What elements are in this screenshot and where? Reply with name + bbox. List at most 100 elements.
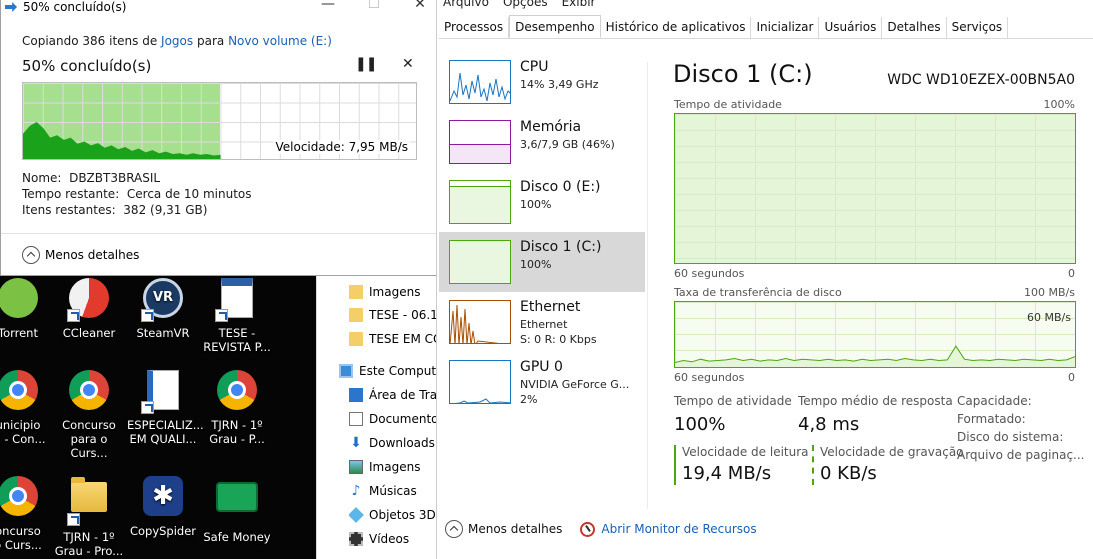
active-time-label: Tempo de atividade (674, 394, 792, 408)
chrome-icon (215, 370, 259, 414)
disk1-mini-graph (449, 240, 511, 284)
task-manager-footer: Menos detalhes Abrir Monitor de Recursos (445, 520, 757, 538)
resource-monitor-icon (580, 521, 596, 537)
desktop-icon-label: TJRN - 1º Grau - P... (209, 418, 265, 446)
desktop-icon-oncurso[interactable]: oncurso o Curs... (0, 474, 54, 552)
transfer-chart-max: 100 MB/s (1024, 286, 1075, 299)
copy-summary: Copiando 386 itens de Jogos para Novo vo… (22, 34, 332, 48)
formatted-label: Formatado: (957, 412, 1026, 426)
tab-desempenho[interactable]: Desempenho (509, 15, 601, 38)
chevron-up-icon[interactable] (445, 520, 463, 538)
chrome-icon (0, 370, 40, 414)
dialog-title: 50% concluído(s) (23, 0, 127, 14)
sidebar-item-disco-1[interactable]: Disco 1 (C:) 100% (439, 232, 645, 292)
copy-speed: Velocidade: 7,95 MB/s (273, 140, 410, 154)
desktop-icon-copyspider[interactable]: ✱ CopySpider (127, 474, 199, 538)
file-explorer-nav: Imagens TESE - 06.12.2 TESE EM CON Este … (316, 276, 457, 559)
transfer-chart-min: 0 (1068, 371, 1075, 384)
tab-detalhes[interactable]: Detalhes (882, 17, 947, 38)
write-speed-value: 0 KB/s (820, 463, 877, 484)
desktop-folder-icon (349, 388, 363, 402)
response-time-label: Tempo médio de resposta (798, 394, 953, 408)
file-name-row: Nome: DBZBT3BRASIL (22, 171, 161, 185)
desktop-icon-tjrn-pro[interactable]: TJRN - 1º Grau - Pro... (53, 474, 125, 558)
desktop: Torrent CCleaner VR SteamVR TESE - REVIS… (0, 276, 316, 559)
steamvr-icon: VR (141, 278, 185, 322)
memory-mini-graph (449, 120, 511, 164)
minimize-button[interactable]: — (305, 0, 351, 14)
desktop-icon-concurso[interactable]: Concurso para o Curs... (53, 368, 125, 460)
read-speed-value: 19,4 MB/s (682, 463, 772, 484)
tab-inicializar[interactable]: Inicializar (751, 17, 820, 38)
desktop-icon-label: Concurso para o Curs... (62, 418, 116, 460)
folder-icon (349, 308, 363, 322)
desktop-icon-torrent[interactable]: Torrent (0, 276, 54, 340)
menu-arquivo[interactable]: Arquivo (443, 0, 489, 9)
source-link[interactable]: Jogos (161, 34, 193, 48)
transfer-rate-chart: 60 MB/s (674, 301, 1076, 368)
desktop-icon-safe-money[interactable]: Safe Money (201, 474, 273, 544)
time-remaining-row: Tempo restante: Cerca de 10 minutos (22, 187, 252, 201)
folder-icon (67, 477, 111, 526)
menu-bar: Arquivo Opções Exibir (443, 0, 595, 9)
sidebar-item-disco-0[interactable]: Disco 0 (E:) 100% (439, 172, 645, 232)
destination-link[interactable]: Novo volume (E:) (228, 34, 332, 48)
music-note-icon: ♪ (351, 483, 361, 499)
less-details-button[interactable]: Menos detalhes (22, 246, 139, 264)
active-time-chart-duration: 60 segundos (674, 267, 745, 280)
desktop-icon-tjrn-p[interactable]: TJRN - 1º Grau - P... (201, 368, 273, 446)
desktop-icon-label: CCleaner (62, 326, 116, 340)
active-time-chart-label: Tempo de atividade (674, 98, 782, 111)
desktop-icon-label: CopySpider (129, 524, 197, 538)
desktop-icon-tese-revista[interactable]: TESE - REVISTA P... (201, 276, 273, 354)
capacity-label: Capacidade: (957, 394, 1032, 408)
menu-opcoes[interactable]: Opções (503, 0, 548, 9)
menu-exibir[interactable]: Exibir (562, 0, 596, 9)
document-icon (215, 278, 259, 322)
transfer-chart-duration: 60 segundos (674, 371, 745, 384)
sidebar-item-ethernet[interactable]: Ethernet Ethernet S: 0 R: 0 Kbps (439, 292, 645, 352)
sidebar-item-cpu[interactable]: CPU 14% 3,49 GHz (439, 52, 645, 112)
folder-icon (349, 285, 363, 299)
pause-button[interactable]: ❚❚ (355, 56, 377, 72)
disk0-mini-graph (449, 180, 511, 224)
tab-bar: Processos Desempenho Histórico de aplica… (439, 15, 1093, 39)
system-disk-label: Disco do sistema: (957, 430, 1064, 444)
tab-servicos[interactable]: Serviços (947, 17, 1009, 38)
transfer-chart-mid: 60 MB/s (1027, 311, 1071, 324)
copy-arrow-icon (5, 2, 17, 12)
open-resource-monitor-link[interactable]: Abrir Monitor de Recursos (601, 522, 756, 536)
chrome-icon (67, 370, 111, 414)
transfer-area (675, 346, 1075, 367)
desktop-icon-steamvr[interactable]: VR SteamVR (127, 276, 199, 340)
torrent-icon (0, 278, 40, 322)
performance-sidebar: CPU 14% 3,49 GHz Memória 3,6/7,9 GB (46%… (439, 52, 645, 412)
active-time-chart-min: 0 (1068, 267, 1075, 280)
spider-icon: ✱ (141, 476, 185, 520)
chrome-icon (0, 476, 40, 520)
desktop-icon-especializ[interactable]: ESPECIALIZ... EM QUALI... (127, 368, 204, 446)
transfer-chart-label: Taxa de transferência de disco (674, 286, 842, 299)
task-manager: Arquivo Opções Exibir Processos Desempen… (436, 0, 1093, 559)
less-details-link[interactable]: Menos detalhes (468, 522, 562, 536)
tab-usuarios[interactable]: Usuários (819, 17, 883, 38)
computer-icon (339, 364, 353, 378)
tab-processos[interactable]: Processos (439, 17, 510, 38)
maximize-button[interactable]: ☐ (351, 0, 397, 14)
desktop-icon-municipio[interactable]: unicipio al - Con... (0, 368, 54, 446)
film-icon (349, 532, 363, 546)
active-time-value: 100% (674, 414, 726, 435)
copy-speed-graph: Velocidade: 7,95 MB/s (22, 82, 417, 160)
copy-progress-dialog: 50% concluído(s) — ☐ ✕ Copiando 386 iten… (0, 0, 442, 276)
response-time-value: 4,8 ms (798, 414, 860, 435)
page-file-label: Arquivo de paginaç... (957, 448, 1085, 462)
desktop-icon-ccleaner[interactable]: CCleaner (53, 276, 125, 340)
sidebar-item-gpu-0[interactable]: GPU 0 NVIDIA GeForce G... 2% (439, 352, 645, 412)
tab-historico[interactable]: Histórico de aplicativos (601, 17, 752, 38)
chevron-up-icon (22, 246, 40, 264)
cpu-mini-graph (449, 60, 511, 104)
cube-3d-icon (349, 507, 364, 523)
sidebar-item-memoria[interactable]: Memória 3,6/7,9 GB (46%) (439, 112, 645, 172)
cancel-copy-button[interactable]: ✕ (402, 56, 414, 72)
desktop-icon-label: unicipio al - Con... (0, 418, 46, 446)
